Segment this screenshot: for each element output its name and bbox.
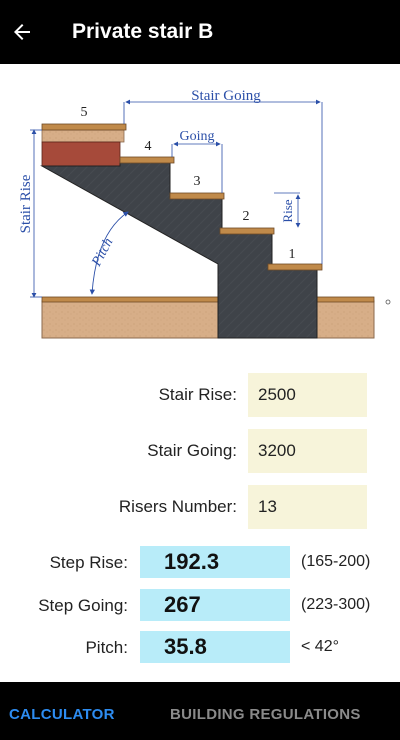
step-going-label: Step Going: (38, 596, 128, 615)
stair-rise-field-label: Stair Rise: (158, 385, 237, 404)
result-row-step-going: Step Going: 267 (223-300) (0, 589, 400, 621)
tread (267, 263, 323, 271)
pitch-result-label: Pitch: (85, 638, 128, 657)
stair-rise-input[interactable]: 2500 (248, 373, 367, 417)
result-row-step-rise: Step Rise: 192.3 (165-200) (0, 546, 400, 578)
arrow-left-icon (14, 24, 30, 40)
brick-wall (41, 141, 121, 167)
input-row-stair-going: Stair Going: 3200 (0, 429, 400, 473)
stair-diagram: Stair Going Going Rise Stair Rise Pitch … (18, 88, 391, 339)
step-rise-range: (165-200) (301, 553, 371, 570)
going-label: Going (180, 129, 215, 144)
floor-slab-left (41, 300, 219, 339)
upper-landing (41, 129, 125, 143)
floor-slab-right (316, 300, 375, 339)
pitch-value: 35.8 (140, 631, 290, 663)
step-number: 1 (289, 247, 296, 262)
stair-going-label: Stair Going (191, 88, 261, 104)
input-row-risers-number: Risers Number: 13 (0, 485, 400, 529)
back-button[interactable] (2, 12, 42, 52)
pitch-limit: < 42° (301, 638, 339, 655)
degree-dot (385, 299, 391, 305)
app-bar: Private stair B (0, 0, 400, 64)
rise-label: Rise (280, 199, 295, 222)
step-number: 3 (194, 174, 201, 189)
risers-number-input[interactable]: 13 (248, 485, 367, 529)
tab-calculator[interactable]: CALCULATOR (9, 682, 115, 740)
step-going-range: (223-300) (301, 596, 371, 613)
risers-number-field-label: Risers Number: (118, 497, 237, 516)
tread (41, 123, 127, 131)
tread (169, 192, 225, 200)
result-row-pitch: Pitch: 35.8 < 42° (0, 631, 400, 663)
step-going-value: 267 (140, 589, 290, 621)
step-rise-label: Step Rise: (49, 553, 128, 572)
step-number: 5 (81, 105, 88, 120)
stair-rise-label: Stair Rise (18, 174, 34, 233)
tread (219, 227, 275, 235)
tread (119, 156, 175, 164)
page-title: Private stair B (72, 20, 214, 43)
input-row-stair-rise: Stair Rise: 2500 (0, 373, 400, 417)
step-number: 2 (243, 209, 250, 224)
step-rise-value: 192.3 (140, 546, 290, 578)
stair-going-input[interactable]: 3200 (248, 429, 367, 473)
bottom-nav: CALCULATOR BUILDING REGULATIONS (0, 682, 400, 740)
step-number: 4 (145, 139, 152, 154)
stair-going-field-label: Stair Going: (147, 441, 237, 460)
pitch-label: Pitch (89, 236, 117, 270)
tab-building-regulations[interactable]: BUILDING REGULATIONS (170, 682, 361, 740)
